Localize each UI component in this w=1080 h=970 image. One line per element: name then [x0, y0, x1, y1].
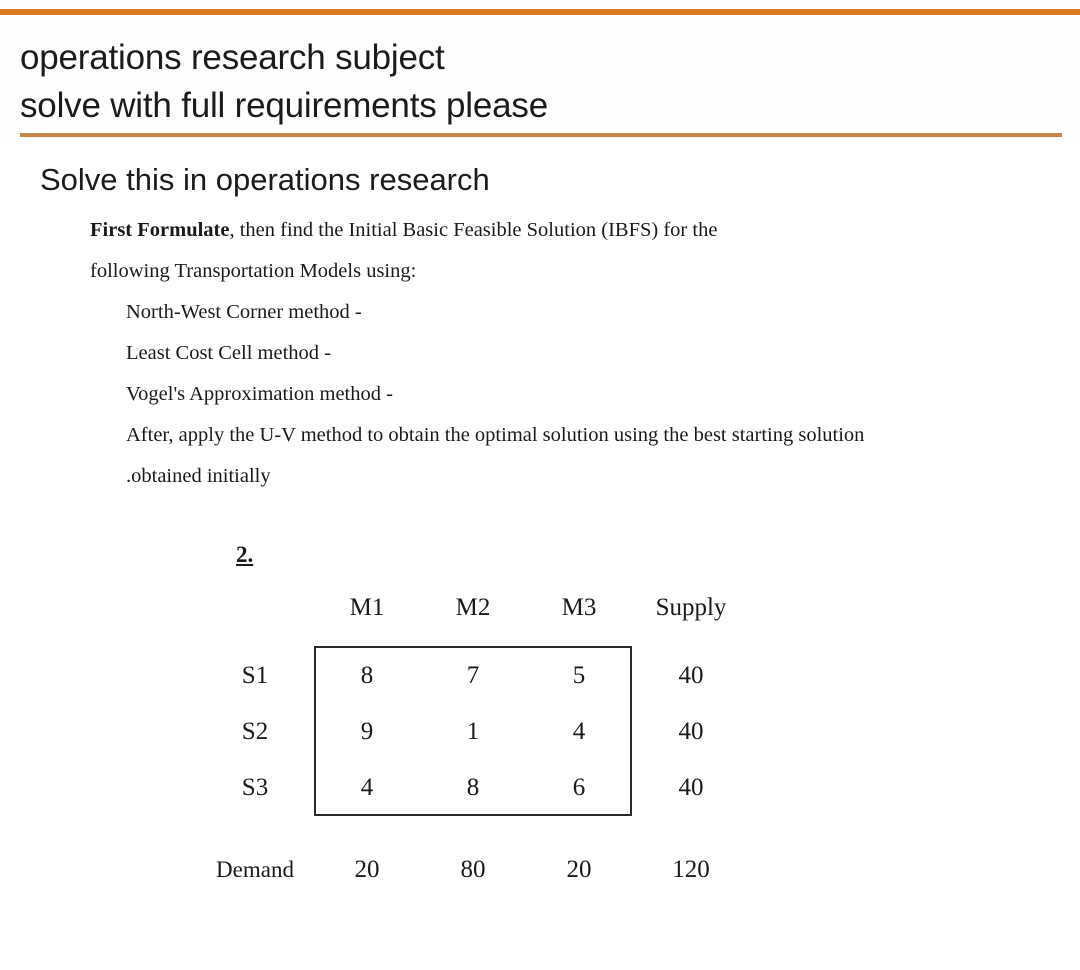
method-item-1: North-West Corner method -	[126, 301, 362, 323]
row-label-s3: S3	[241, 774, 269, 801]
cost-cell-s2-m1: 9	[360, 718, 374, 745]
cost-cell-s3-m2: 8	[466, 774, 480, 801]
problem-number: 2.	[236, 542, 254, 567]
problem-statement: First Formulate, then find the Initial B…	[90, 210, 1050, 497]
demand-row: Demand 20 80 20 120	[196, 842, 756, 898]
method-item-4: After, apply the U-V method to obtain th…	[126, 424, 865, 446]
transportation-table: 2. M1 M2 M3 Supply S1 8 7 5 40 S2 9 1 4 …	[196, 542, 756, 892]
demand-value-m2: 80	[460, 856, 486, 883]
page-root: operations research subject solve with f…	[0, 0, 1080, 970]
statement-lead: First Formulate	[90, 219, 230, 241]
supply-value-s3: 40	[678, 774, 704, 801]
statement-line-1-rest: , then find the Initial Basic Feasible S…	[229, 219, 718, 241]
statement-line-1: First Formulate, then find the Initial B…	[90, 210, 1050, 251]
table-header-row: M1 M2 M3 Supply	[196, 580, 756, 636]
question-line-1: operations research subject	[20, 38, 445, 77]
table-row: S1 8 7 5 40	[196, 648, 756, 704]
row-label-demand: Demand	[216, 857, 294, 882]
cost-cell-s1-m2: 7	[466, 662, 480, 689]
cost-cell-s1-m1: 8	[360, 662, 374, 689]
supply-value-s1: 40	[678, 662, 704, 689]
cost-cell-s1-m3: 5	[572, 662, 586, 689]
row-label-s1: S1	[241, 662, 269, 689]
statement-line-2: following Transportation Models using:	[90, 260, 417, 282]
column-header-m2: M2	[455, 594, 491, 621]
row-label-s2: S2	[241, 718, 269, 745]
column-header-m3: M3	[561, 594, 597, 621]
page-title: Solve this in operations research	[40, 162, 490, 197]
demand-value-m3: 20	[566, 856, 592, 883]
header-divider	[20, 133, 1062, 137]
cost-cell-s2-m3: 4	[572, 718, 586, 745]
method-item-2: Least Cost Cell method -	[126, 342, 331, 364]
demand-value-m1: 20	[354, 856, 380, 883]
cost-cell-s3-m3: 6	[572, 774, 586, 801]
cost-cell-s2-m2: 1	[466, 718, 480, 745]
table-row: S3 4 8 6 40	[196, 760, 756, 816]
header-gap	[196, 636, 756, 648]
grand-total-value: 120	[672, 856, 710, 883]
table-row: S2 9 1 4 40	[196, 704, 756, 760]
cost-cell-s3-m1: 4	[360, 774, 374, 801]
column-header-m1: M1	[349, 594, 385, 621]
method-item-3: Vogel's Approximation method -	[126, 383, 393, 405]
corner-blank-cell	[196, 580, 314, 636]
attached-problem-image: Solve this in operations research First …	[0, 142, 1080, 970]
column-header-supply: Supply	[655, 594, 727, 621]
question-header: operations research subject solve with f…	[20, 34, 1060, 130]
top-divider	[0, 9, 1080, 15]
supply-value-s2: 40	[678, 718, 704, 745]
transportation-grid: M1 M2 M3 Supply S1 8 7 5 40 S2 9 1 4 40 …	[196, 580, 756, 898]
question-line-2: solve with full requirements please	[20, 86, 548, 125]
method-item-5: .obtained initially	[126, 465, 271, 487]
